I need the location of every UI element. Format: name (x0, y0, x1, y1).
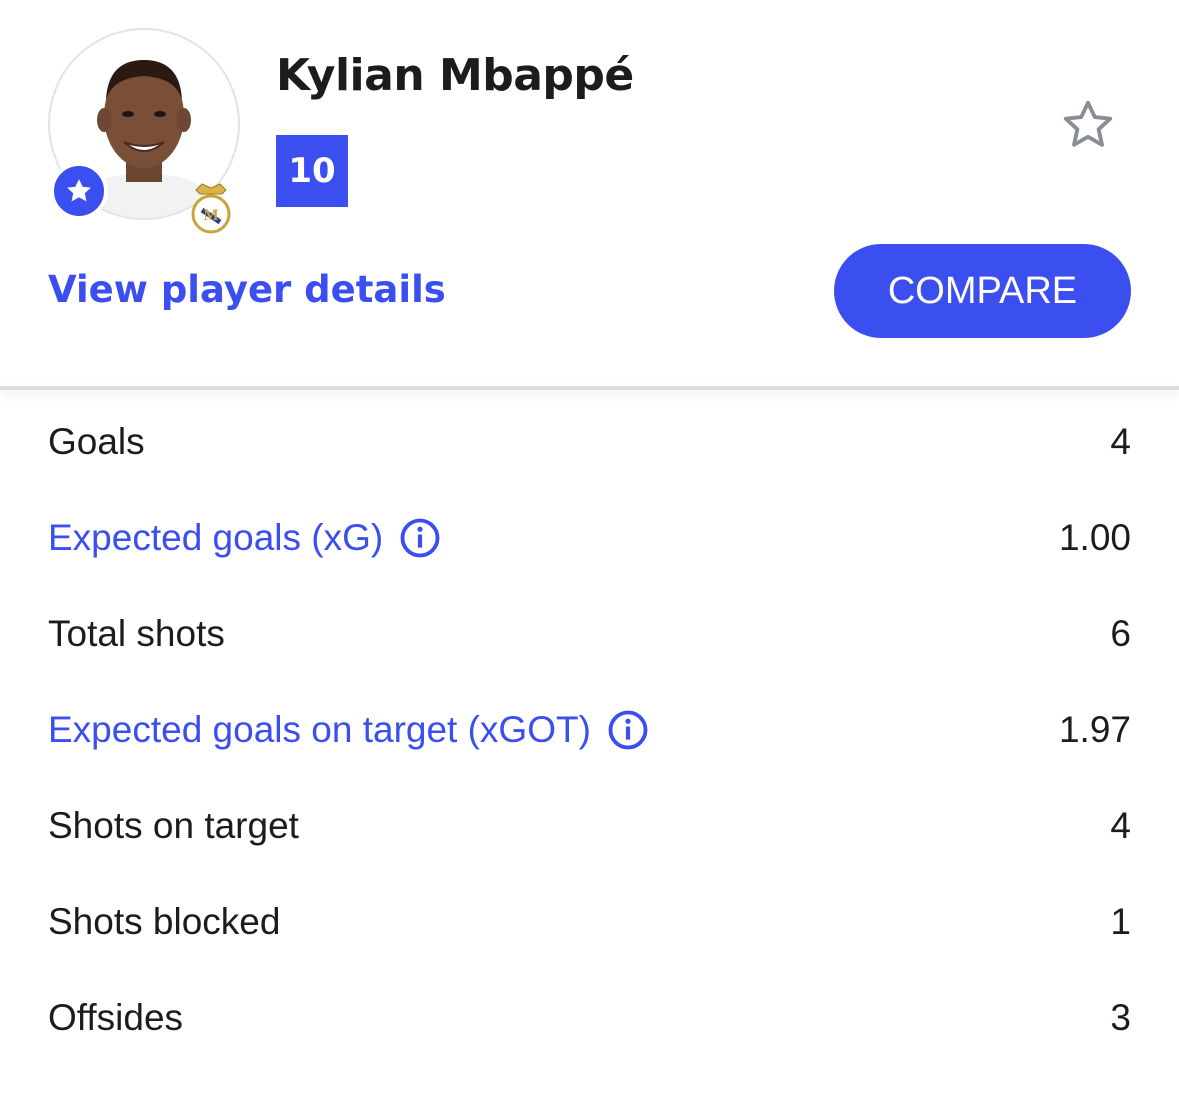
avatar-group: M (48, 28, 240, 234)
stat-row-xg: Expected goals (xG) 1.00 (48, 490, 1131, 586)
info-icon[interactable] (607, 709, 649, 751)
stat-value: 4 (1110, 421, 1131, 462)
stat-label: Offsides (48, 997, 184, 1038)
stat-row-goals: Goals 4 (48, 394, 1131, 490)
stat-row-total-shots: Total shots 6 (48, 586, 1131, 682)
stat-label: Shots on target (48, 805, 299, 846)
header-divider (0, 386, 1179, 390)
info-icon[interactable] (399, 517, 441, 559)
stat-value: 1 (1110, 901, 1131, 942)
player-name: Kylian Mbappé (276, 50, 634, 101)
compare-button[interactable]: COMPARE (834, 244, 1131, 338)
stat-value: 4 (1110, 805, 1131, 846)
stat-label: Total shots (48, 613, 225, 654)
view-player-details-link[interactable]: View player details (48, 268, 446, 311)
stat-value: 1.00 (1058, 517, 1131, 558)
stat-row-offsides: Offsides 3 (48, 970, 1131, 1066)
star-outline-icon[interactable] (1058, 96, 1118, 154)
svg-text:M: M (203, 207, 218, 224)
stat-row-shots-on-target: Shots on target 4 (48, 778, 1131, 874)
stat-label: Shots blocked (48, 901, 281, 942)
stat-value: 6 (1110, 613, 1131, 654)
star-icon (50, 162, 108, 220)
stat-label-text: Expected goals on target (xGOT) (48, 709, 591, 750)
stat-label: Goals (48, 421, 145, 462)
stat-label-text: Expected goals (xG) (48, 517, 384, 558)
stat-row-shots-blocked: Shots blocked 1 (48, 874, 1131, 970)
stat-value: 3 (1110, 997, 1131, 1038)
player-header: M Kylian Mbappé 10 View player details C… (0, 0, 1179, 388)
stat-value: 1.97 (1058, 709, 1131, 750)
stat-label-link[interactable]: Expected goals (xG) (48, 517, 441, 559)
stat-label-link[interactable]: Expected goals on target (xGOT) (48, 709, 649, 751)
stats-list: Goals 4 Expected goals (xG) 1.00 Total s… (48, 394, 1131, 1066)
shirt-number-badge: 10 (276, 135, 348, 207)
club-crest-icon: M (188, 180, 234, 236)
stat-row-xgot: Expected goals on target (xGOT) 1.97 (48, 682, 1131, 778)
